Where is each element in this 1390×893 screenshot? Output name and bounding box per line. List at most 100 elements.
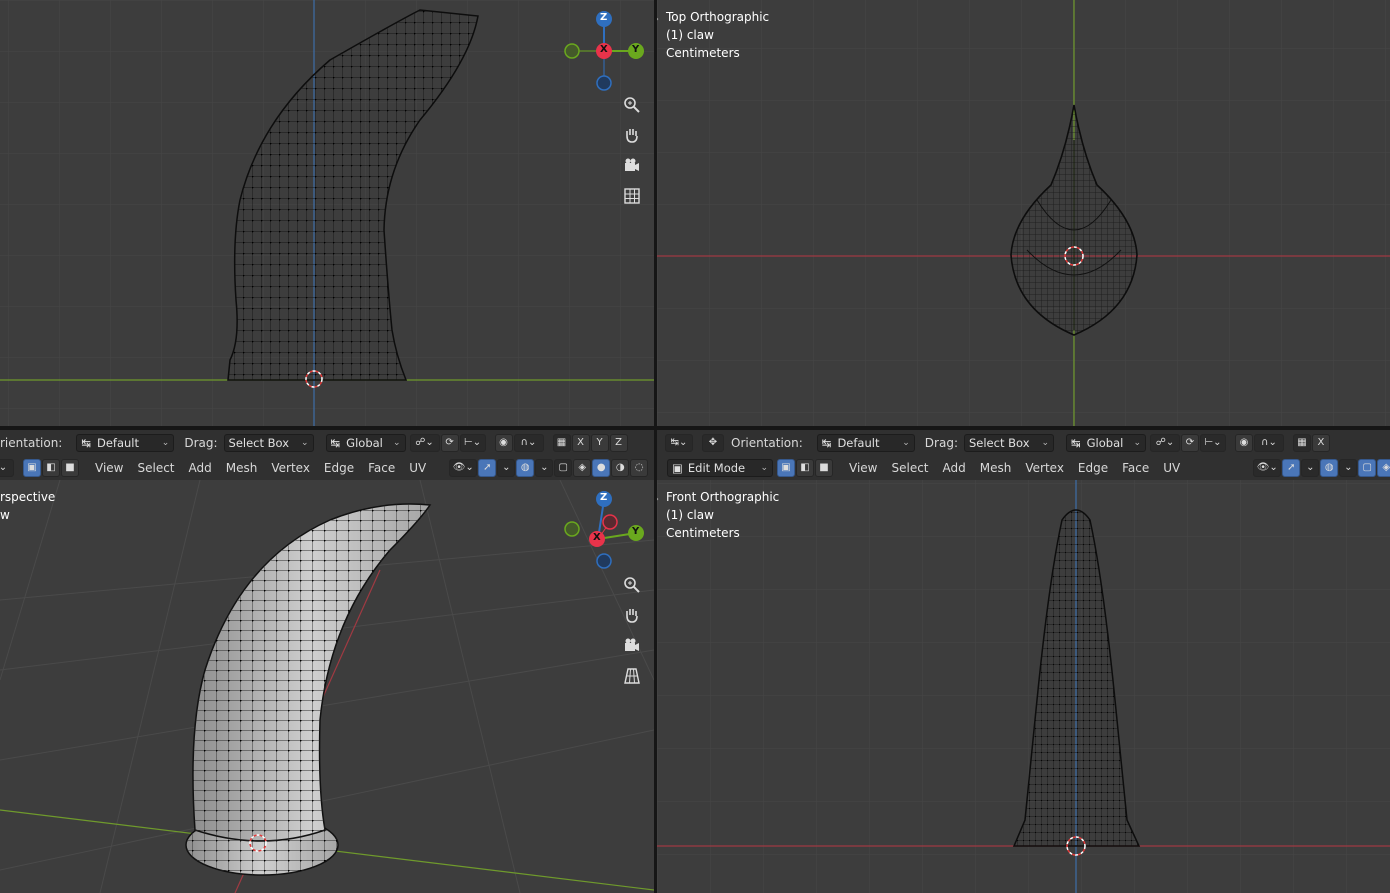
menu-view[interactable]: View <box>88 458 130 478</box>
overlay-chevron-icon[interactable]: ⌄ <box>535 458 554 477</box>
global-icon: ↹ <box>330 435 341 450</box>
axis-gizmo[interactable]: Z Y X <box>558 8 650 98</box>
orientation-icon: ↹ <box>81 435 91 450</box>
visibility-icon[interactable]: 👁⌄ <box>449 458 478 477</box>
viewport-bottom-right[interactable]: Front Orthographic (1) claw Centimeters … <box>657 480 1390 893</box>
viewport-top-right[interactable]: Top Orthographic (1) claw Centimeters ‹› <box>657 0 1390 426</box>
overlay-chevron-icon[interactable]: ⌄ <box>1339 458 1358 477</box>
camera-icon[interactable] <box>619 153 645 179</box>
gizmo-chevron-icon[interactable]: ⌄ <box>1301 458 1320 477</box>
axis-y-button[interactable]: Y <box>590 433 609 452</box>
falloff-icon[interactable]: ∩⌄ <box>1253 433 1284 452</box>
snap-icon[interactable]: ⟳ <box>440 433 459 452</box>
global-icon: ↹ <box>1070 435 1081 450</box>
viewport-top-left[interactable]: Z Y X <box>0 0 654 426</box>
face-select-icon[interactable]: ■ <box>815 458 833 477</box>
tool-icon[interactable]: ↹⌄ <box>665 433 693 452</box>
menu-face[interactable]: Face <box>1115 458 1156 478</box>
xray-icon[interactable]: ▢ <box>1358 458 1377 477</box>
menu-edge[interactable]: Edge <box>317 458 361 478</box>
menu-select[interactable]: Select <box>884 458 935 478</box>
snap-target-icon[interactable]: ⊢⌄ <box>459 433 486 452</box>
wireframe-shading-icon[interactable]: ◈ <box>1377 458 1390 477</box>
gizmo-x-label: X <box>593 532 601 543</box>
menu-mesh[interactable]: Mesh <box>973 458 1019 478</box>
vertex-select-icon[interactable]: ▣ <box>23 458 41 477</box>
gizmo-chevron-icon[interactable]: ⌄ <box>497 458 516 477</box>
area-divider-vertical[interactable] <box>654 0 657 893</box>
viewport-bottom-left[interactable]: rspective w Z Y X <box>0 480 654 893</box>
menu-add[interactable]: Add <box>182 458 219 478</box>
header-left: rientation: ↹ Default ⌄ Drag: Select Box… <box>0 430 654 480</box>
object-name: (1) claw <box>666 508 714 522</box>
menu-vertex[interactable]: Vertex <box>1018 458 1071 478</box>
orientation-label: rientation: <box>0 435 63 450</box>
mode-dropdown[interactable]: ▣ Edit Mode ⌄ <box>667 458 773 477</box>
menu-select[interactable]: Select <box>130 458 181 478</box>
menu-add[interactable]: Add <box>936 458 973 478</box>
unit-label: Centimeters <box>666 526 740 540</box>
grid-icon[interactable] <box>619 183 645 209</box>
proportional-edit-icon[interactable]: ◉ <box>494 433 513 452</box>
mirror-icon[interactable]: ▦ <box>552 433 571 452</box>
menu-mesh[interactable]: Mesh <box>219 458 265 478</box>
axis-gizmo[interactable]: Z Y X <box>558 486 650 576</box>
menu-edge[interactable]: Edge <box>1071 458 1115 478</box>
viewport-info: Top Orthographic (1) claw Centimeters <box>666 8 769 62</box>
overlay-toggle-icon[interactable]: ◍ <box>1320 458 1339 477</box>
hand-icon[interactable] <box>619 602 645 628</box>
pivot-icon[interactable]: ☍⌄ <box>409 433 440 452</box>
chevron-down-icon: ⌄ <box>1133 437 1141 448</box>
mode-dropdown-chevron[interactable]: ⌄ <box>0 458 14 477</box>
chevron-down-icon: ⌄ <box>161 437 170 448</box>
axis-x-button[interactable]: X <box>1311 433 1330 452</box>
gizmo-toggle-icon[interactable]: ➚ <box>1282 458 1301 477</box>
move-icon[interactable]: ✥ <box>702 433 724 452</box>
menu-vertex[interactable]: Vertex <box>264 458 317 478</box>
area-divider-horizontal[interactable] <box>0 426 1390 430</box>
mirror-icon[interactable]: ▦ <box>1292 433 1311 452</box>
transform-value: Global <box>1086 435 1124 450</box>
rendered-shading-icon[interactable]: ◌ <box>630 458 649 477</box>
overlay-toggle-icon[interactable]: ◍ <box>516 458 535 477</box>
camera-icon[interactable] <box>619 633 645 659</box>
visibility-icon[interactable]: 👁⌄ <box>1253 458 1282 477</box>
proportional-edit-icon[interactable]: ◉ <box>1234 433 1253 452</box>
perspective-grid-icon[interactable] <box>619 663 645 689</box>
zoom-icon[interactable] <box>619 572 645 598</box>
solid-shading-icon[interactable]: ● <box>592 458 611 477</box>
orientation-dropdown[interactable]: ↹ Default ⌄ <box>816 433 915 452</box>
transform-orientation-dropdown[interactable]: ↹ Global ⌄ <box>325 433 406 452</box>
material-shading-icon[interactable]: ◑ <box>611 458 630 477</box>
gizmo-toggle-icon[interactable]: ➚ <box>478 458 497 477</box>
edge-select-icon[interactable]: ◧ <box>796 458 814 477</box>
editor-header-bar: ▣ Edit Mode ⌄ ▣ ◧ ■ View Select Add Mesh… <box>667 455 1390 480</box>
snap-target-icon[interactable]: ⊢⌄ <box>1199 433 1226 452</box>
area-split-icon[interactable]: ‹› <box>657 494 659 505</box>
edge-select-icon[interactable]: ◧ <box>42 458 60 477</box>
orientation-dropdown[interactable]: ↹ Default ⌄ <box>76 433 175 452</box>
zoom-icon[interactable] <box>619 92 645 118</box>
snap-icon[interactable]: ⟳ <box>1180 433 1199 452</box>
editor-header-bar: ⌄ ▣ ◧ ■ View Select Add Mesh Vertex Edge… <box>0 455 649 480</box>
chevron-down-icon: ⌄ <box>392 437 401 448</box>
hand-icon[interactable] <box>619 122 645 148</box>
face-select-icon[interactable]: ■ <box>61 458 79 477</box>
menu-face[interactable]: Face <box>361 458 402 478</box>
menu-uv[interactable]: UV <box>402 458 433 478</box>
xray-icon[interactable]: ▢ <box>554 458 573 477</box>
transform-orientation-dropdown[interactable]: ↹ Global ⌄ <box>1065 433 1146 452</box>
axis-z-button[interactable]: Z <box>609 433 628 452</box>
pivot-icon[interactable]: ☍⌄ <box>1149 433 1180 452</box>
drag-label: Drag: <box>184 435 218 450</box>
area-split-icon[interactable]: ‹› <box>657 14 659 25</box>
vertex-select-icon[interactable]: ▣ <box>777 458 795 477</box>
menu-uv[interactable]: UV <box>1156 458 1187 478</box>
menu-view[interactable]: View <box>842 458 884 478</box>
drag-dropdown[interactable]: Select Box ⌄ <box>223 433 314 452</box>
header-right: ↹⌄ ✥ Orientation: ↹ Default ⌄ Drag: Sele… <box>657 430 1390 480</box>
axis-x-button[interactable]: X <box>571 433 590 452</box>
drag-dropdown[interactable]: Select Box ⌄ <box>963 433 1054 452</box>
wireframe-shading-icon[interactable]: ◈ <box>573 458 592 477</box>
falloff-icon[interactable]: ∩⌄ <box>513 433 544 452</box>
